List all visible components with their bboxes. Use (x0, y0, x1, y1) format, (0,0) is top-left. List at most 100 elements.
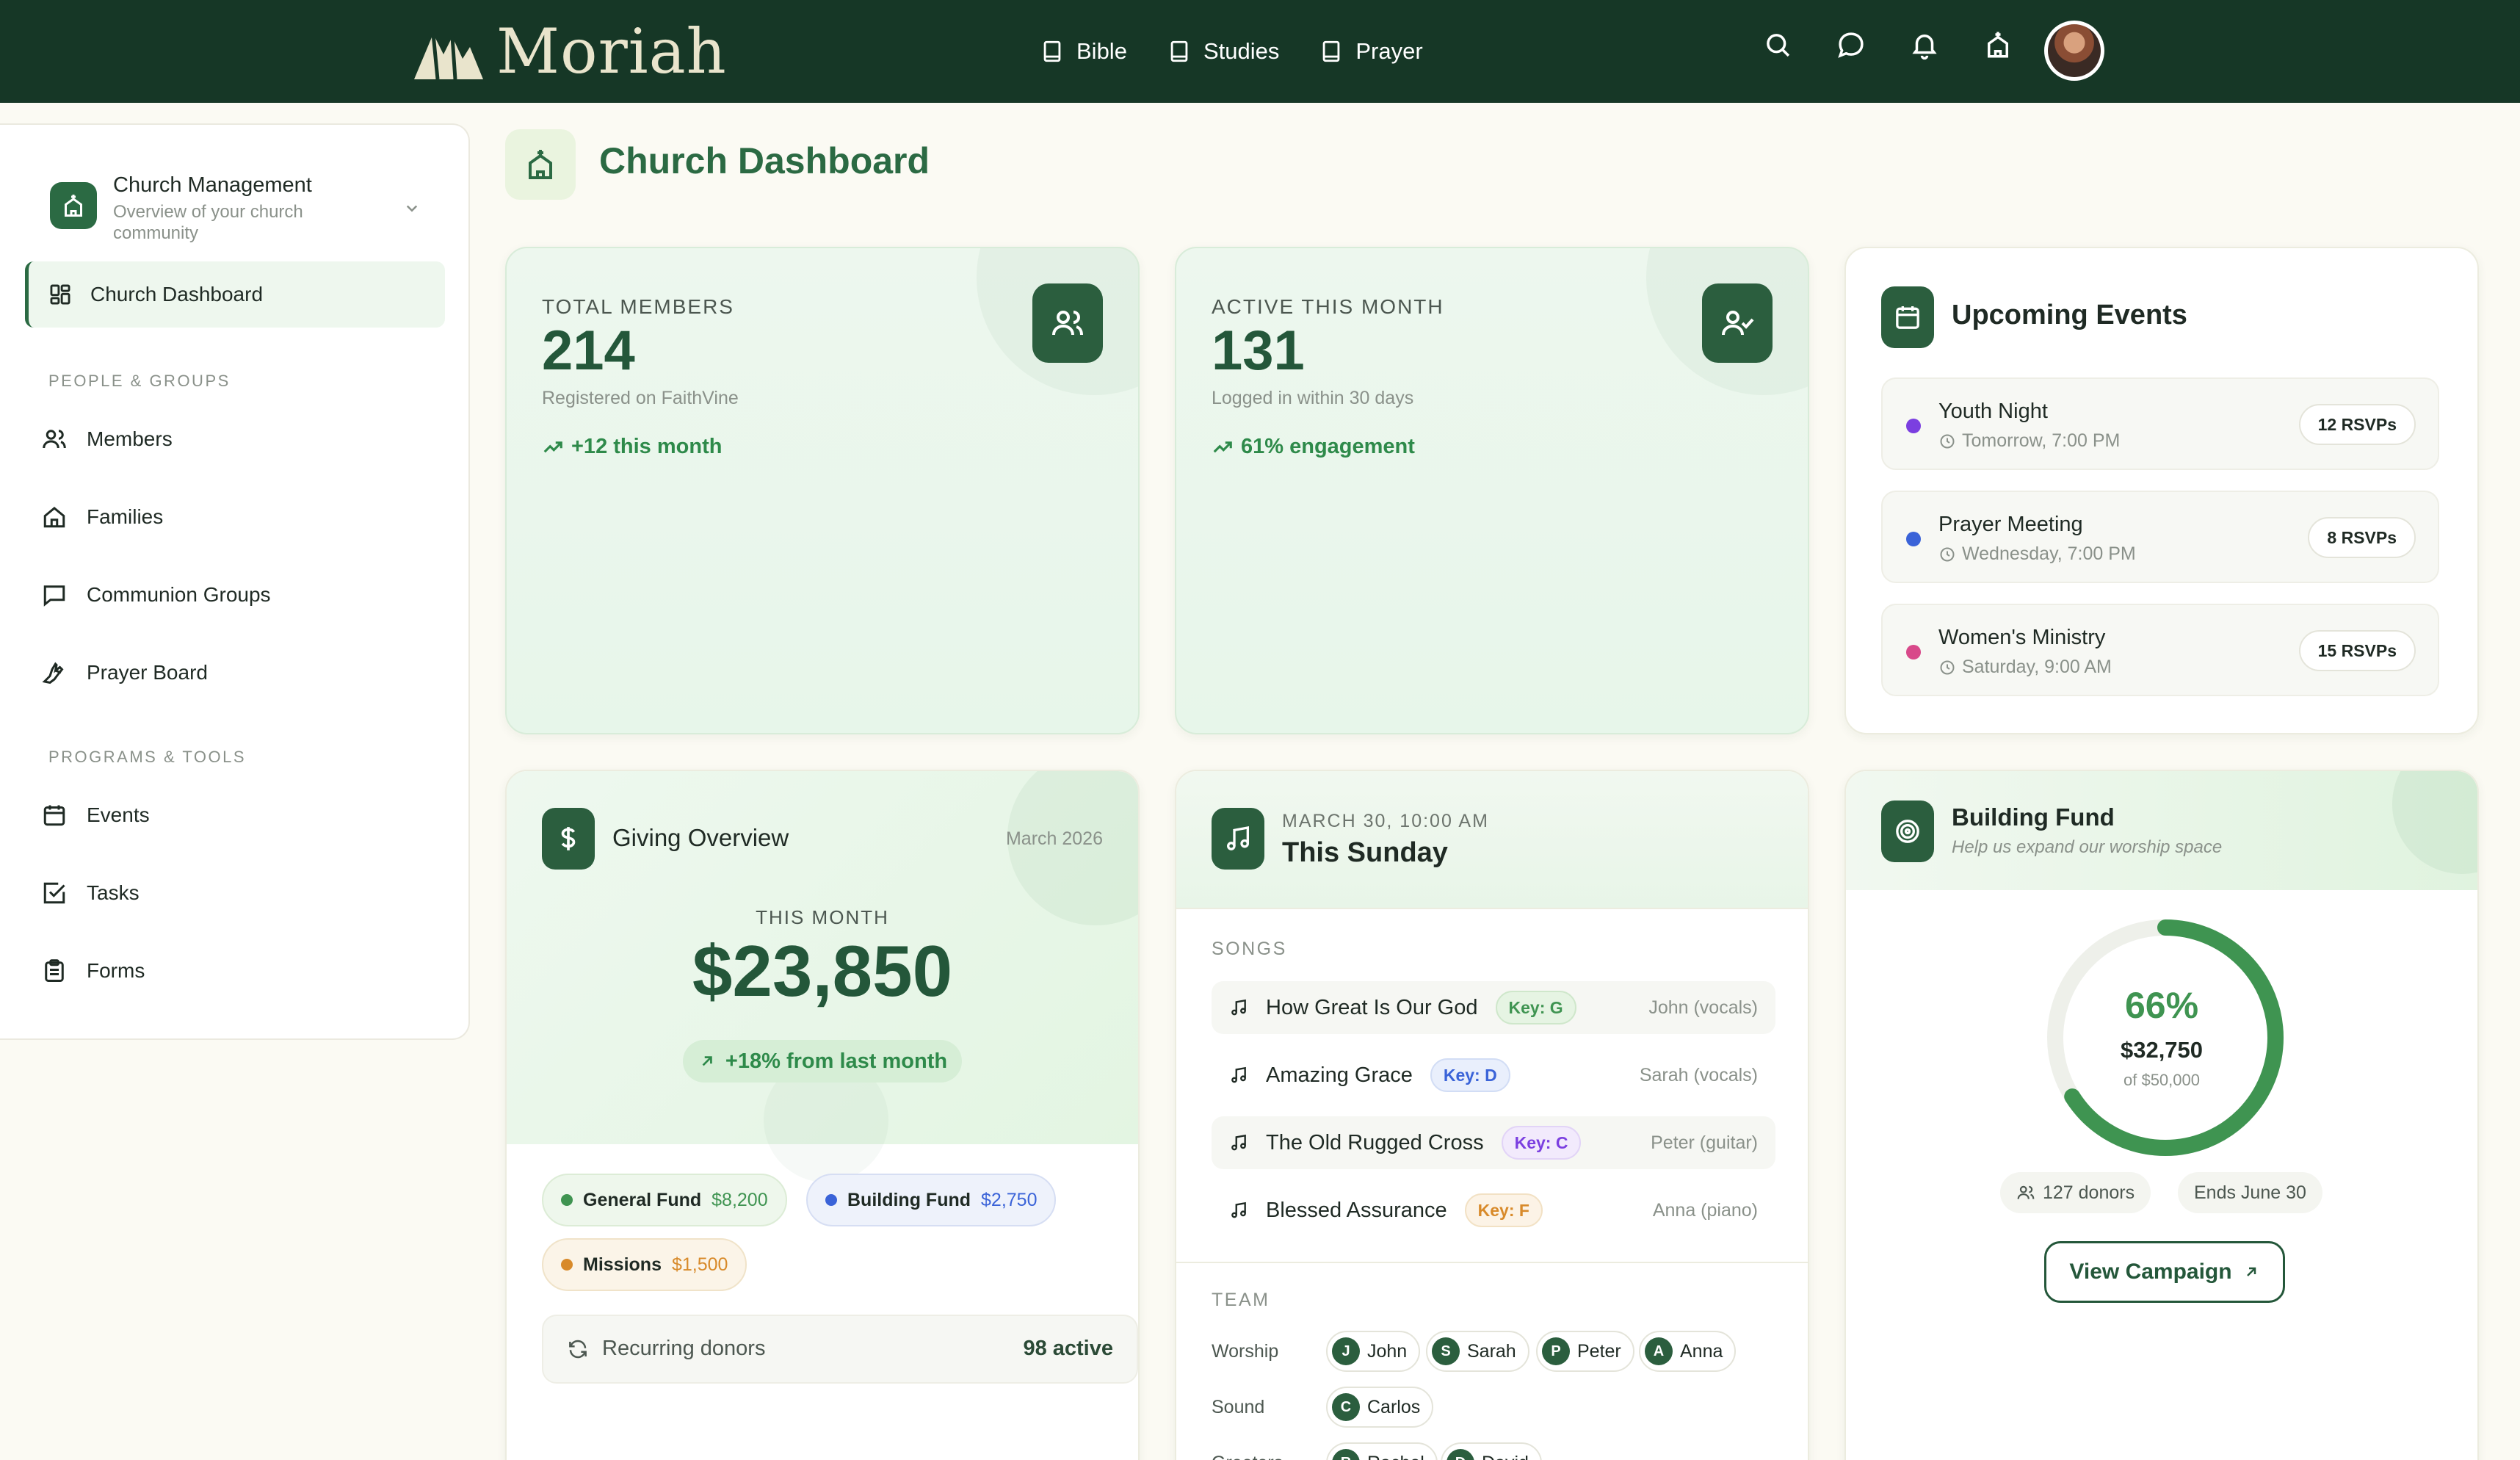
song-row[interactable]: How Great Is Our God Key: G John (vocals… (1212, 981, 1775, 1034)
view-campaign-button[interactable]: View Campaign (2044, 1241, 2285, 1303)
view-campaign-label: View Campaign (2069, 1260, 2232, 1284)
building-fund-card: Building Fund Help us expand our worship… (1844, 770, 2479, 1460)
refresh-icon (569, 1340, 587, 1358)
org-switcher[interactable]: Church Management Overview of your churc… (46, 167, 442, 248)
church-button[interactable] (1980, 26, 2016, 63)
users-icon (1052, 311, 1083, 336)
sidebar-item-communion-groups[interactable]: Communion Groups (41, 582, 271, 608)
user-avatar[interactable] (2044, 21, 2104, 81)
sunday-title: This Sunday (1282, 837, 1448, 868)
upcoming-events-card: Upcoming Events Youth Night Tomorrow, 7:… (1844, 247, 2479, 734)
event-item[interactable]: Youth Night Tomorrow, 7:00 PM 12 RSVPs (1881, 377, 2439, 470)
sidebar-item-church-dashboard[interactable]: Church Dashboard (25, 261, 445, 328)
mountain-logo-icon (414, 33, 483, 80)
event-name: Youth Night (1938, 400, 2048, 423)
team-member-chip[interactable]: C Carlos (1326, 1387, 1434, 1428)
event-color-dot (1906, 419, 1921, 433)
sidebar-item-prayer-board[interactable]: Prayer Board (41, 659, 208, 686)
trending-up-icon (543, 441, 562, 452)
event-name: Women's Ministry (1938, 626, 2106, 649)
sidebar-item-label: Events (87, 803, 150, 826)
music-icon-badge (1212, 808, 1264, 870)
songs-label: SONGS (1212, 939, 1287, 959)
messages-button[interactable] (1833, 26, 1869, 63)
music-note-icon (1231, 1134, 1246, 1151)
sidebar-item-events[interactable]: Events (41, 802, 150, 828)
member-initial: A (1645, 1337, 1673, 1365)
team-member-chip[interactable]: J John (1326, 1331, 1421, 1372)
ends-date-chip: Ends June 30 (2178, 1172, 2322, 1213)
song-row[interactable]: The Old Rugged Cross Key: C Peter (guita… (1212, 1116, 1775, 1169)
section-programs-tools: PROGRAMS & TOOLS (48, 748, 247, 766)
notifications-button[interactable] (1906, 26, 1943, 63)
event-rsvp-badge[interactable]: 15 RSVPs (2298, 630, 2416, 671)
team-member-chip[interactable]: S Sarah (1426, 1331, 1529, 1372)
event-rsvp-badge[interactable]: 12 RSVPs (2298, 404, 2416, 445)
donors-chip: 127 donors (2000, 1172, 2151, 1213)
nav-studies[interactable]: Studies (1167, 31, 1279, 72)
music-note-icon (1231, 999, 1246, 1016)
page-title: Church Dashboard (599, 140, 930, 181)
song-key-badge: Key: G (1495, 991, 1576, 1024)
nav-prayer[interactable]: Prayer (1319, 31, 1423, 72)
fund-color-dot (561, 1194, 573, 1206)
stat-label: TOTAL MEMBERS (542, 295, 734, 318)
sidebar-item-families[interactable]: Families (41, 504, 163, 530)
event-time: Wednesday, 7:00 PM (1938, 543, 2136, 565)
progress-percent: 66% (2124, 985, 2199, 1026)
song-row[interactable]: Amazing Grace Key: D Sarah (vocals) (1212, 1049, 1775, 1102)
member-initial: P (1542, 1337, 1570, 1365)
song-key-badge: Key: F (1464, 1193, 1543, 1227)
nav-bible[interactable]: Bible (1040, 31, 1127, 72)
fund-amount: $8,200 (712, 1189, 768, 1210)
sidebar-item-tasks[interactable]: Tasks (41, 880, 140, 906)
event-item[interactable]: Prayer Meeting Wednesday, 7:00 PM 8 RSVP… (1881, 491, 2439, 583)
clipboard-icon (45, 959, 64, 982)
sidebar-item-label: Tasks (87, 881, 140, 904)
fund-name: General Fund (583, 1189, 702, 1210)
stat-icon-badge (1032, 283, 1103, 363)
search-icon (1767, 34, 1790, 57)
app-name: Moriah (496, 15, 727, 87)
fund-pill-general[interactable]: General Fund $8,200 (542, 1174, 787, 1226)
fund-pill-missions[interactable]: Missions $1,500 (542, 1238, 747, 1291)
team-member-chip[interactable]: A Anna (1639, 1331, 1737, 1372)
team-member-chip[interactable]: D David (1441, 1442, 1542, 1460)
sidebar-item-forms[interactable]: Forms (41, 958, 145, 984)
song-key-badge: Key: C (1501, 1126, 1582, 1160)
stat-icon-badge (1702, 283, 1773, 363)
event-rsvp-badge[interactable]: 8 RSVPs (2308, 517, 2416, 558)
users-icon (2017, 1185, 2035, 1199)
event-name: Prayer Meeting (1938, 513, 2083, 536)
sidebar-item-label: Communion Groups (87, 583, 271, 606)
section-divider (1176, 1262, 1808, 1263)
recurring-donors[interactable]: Recurring donors 98 active (542, 1315, 1138, 1384)
sidebar-item-label: Prayer Board (87, 661, 208, 684)
page-icon-badge (505, 129, 576, 200)
church-icon (65, 195, 82, 217)
active-this-month-card: ACTIVE THIS MONTH 131 Logged in within 3… (1175, 247, 1809, 734)
search-button[interactable] (1759, 26, 1796, 63)
arrow-up-right-icon (702, 1056, 712, 1066)
target-icon (1896, 820, 1919, 843)
church-icon (529, 150, 552, 179)
fund-pill-building[interactable]: Building Fund $2,750 (806, 1174, 1057, 1226)
event-color-dot (1906, 532, 1921, 546)
events-icon-badge (1881, 286, 1934, 348)
event-item[interactable]: Women's Ministry Saturday, 9:00 AM 15 RS… (1881, 604, 2439, 696)
arrow-up-right-icon (2246, 1267, 2256, 1276)
chat-bubble-icon (1838, 32, 1864, 58)
song-row[interactable]: Blessed Assurance Key: F Anna (piano) (1212, 1184, 1775, 1237)
sidebar-item-members[interactable]: Members (41, 426, 173, 452)
app-logo[interactable]: Moriah (411, 15, 727, 87)
member-name: Peter (1577, 1340, 1621, 1362)
team-member-chip[interactable]: R Rachel (1326, 1442, 1438, 1460)
team-role: Worship (1212, 1341, 1279, 1362)
song-name: Blessed Assurance (1266, 1198, 1447, 1222)
total-members-card: TOTAL MEMBERS 214 Registered on FaithVin… (505, 247, 1140, 734)
book-icon (1170, 40, 1188, 62)
top-actions (1759, 26, 2016, 63)
team-member-chip[interactable]: P Peter (1536, 1331, 1634, 1372)
team-label: TEAM (1212, 1290, 1270, 1310)
music-note-icon (1231, 1201, 1246, 1218)
